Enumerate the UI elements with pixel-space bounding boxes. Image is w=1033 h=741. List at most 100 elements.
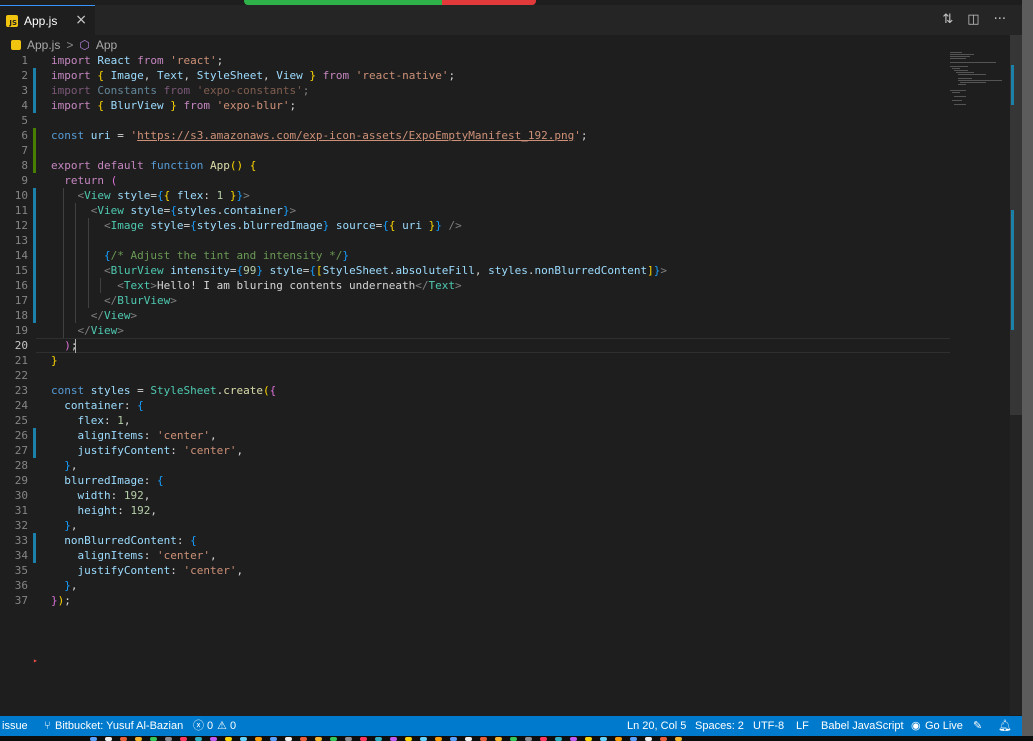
encoding-setting[interactable]: UTF-8 xyxy=(753,719,784,733)
dock-app-icon[interactable] xyxy=(600,737,607,741)
dock-app-icon[interactable] xyxy=(390,737,397,741)
dock-app-icon[interactable] xyxy=(180,737,187,741)
code-line[interactable]: 6 const uri = 'https://s3.amazonaws.com/e… xyxy=(0,128,950,143)
code-line[interactable]: 12 <Image style={styles.blurredImage} so… xyxy=(0,218,950,233)
breadcrumb-file[interactable]: App.js xyxy=(27,38,60,52)
modified-line-marker[interactable] xyxy=(33,83,36,98)
code-line[interactable]: 37}); xyxy=(0,593,950,608)
breadcrumb-symbol[interactable]: App xyxy=(96,38,117,52)
modified-line-marker[interactable] xyxy=(33,548,36,563)
code-line[interactable]: 1 import React from 'react'; xyxy=(0,53,950,68)
bitbucket-status[interactable]: Bitbucket: Yusuf Al-Bazian xyxy=(55,719,183,733)
code-line[interactable]: 31 height: 192, xyxy=(0,503,950,518)
dock-app-icon[interactable] xyxy=(660,737,667,741)
dock-app-icon[interactable] xyxy=(645,737,652,741)
more-actions-icon[interactable]: ··· xyxy=(994,13,1006,27)
modified-line-marker[interactable] xyxy=(33,308,36,323)
dock-app-icon[interactable] xyxy=(315,737,322,741)
code-line[interactable]: 3 import Constants from 'expo-constants'; xyxy=(0,83,950,98)
dock-app-icon[interactable] xyxy=(285,737,292,741)
dock-app-icon[interactable] xyxy=(630,737,637,741)
code-line[interactable]: 9 return ( xyxy=(0,173,950,188)
indentation-setting[interactable]: Spaces: 2 xyxy=(695,719,744,733)
dock-app-icon[interactable] xyxy=(270,737,277,741)
dock-app-icon[interactable] xyxy=(585,737,592,741)
dock-app-icon[interactable] xyxy=(165,737,172,741)
added-line-marker[interactable] xyxy=(33,158,36,173)
dock-app-icon[interactable] xyxy=(540,737,547,741)
modified-line-marker[interactable] xyxy=(33,293,36,308)
notifications-bell-icon[interactable]: 🔔︎ xyxy=(998,719,1012,733)
code-line[interactable]: 22 xyxy=(0,368,950,383)
code-line[interactable]: 20 ); xyxy=(0,338,950,353)
code-line[interactable]: 5 xyxy=(0,113,950,128)
code-line[interactable]: 27 justifyContent: 'center', xyxy=(0,443,950,458)
dock-app-icon[interactable] xyxy=(435,737,442,741)
dock-app-icon[interactable] xyxy=(135,737,142,741)
dock-app-icon[interactable] xyxy=(570,737,577,741)
code-line[interactable]: 4 import { BlurView } from 'expo-blur'; xyxy=(0,98,950,113)
code-line[interactable]: 8 export default function App() { xyxy=(0,158,950,173)
dock-app-icon[interactable] xyxy=(450,737,457,741)
dock-app-icon[interactable] xyxy=(90,737,97,741)
code-line[interactable]: 28 }, xyxy=(0,458,950,473)
dock-app-icon[interactable] xyxy=(240,737,247,741)
minimap[interactable] xyxy=(950,50,1008,110)
modified-line-marker[interactable] xyxy=(33,248,36,263)
dock-app-icon[interactable] xyxy=(150,737,157,741)
code-line[interactable]: 19 </View> xyxy=(0,323,950,338)
code-line[interactable]: 10 <View style={{ flex: 1 }}> xyxy=(0,188,950,203)
dock-app-icon[interactable] xyxy=(120,737,127,741)
modified-line-marker[interactable] xyxy=(33,428,36,443)
dock-app-icon[interactable] xyxy=(615,737,622,741)
dock-app-icon[interactable] xyxy=(510,737,517,741)
vertical-scrollbar[interactable] xyxy=(1010,35,1022,715)
dock-app-icon[interactable] xyxy=(675,737,682,741)
close-icon[interactable]: × xyxy=(75,13,87,27)
modified-line-marker[interactable] xyxy=(33,203,36,218)
code-line[interactable]: 34 alignItems: 'center', xyxy=(0,548,950,563)
dock-app-icon[interactable] xyxy=(375,737,382,741)
error-icon[interactable]: ⓧ xyxy=(193,719,204,733)
modified-line-marker[interactable] xyxy=(33,263,36,278)
code-line[interactable]: 26 alignItems: 'center', xyxy=(0,428,950,443)
issue-status[interactable]: issue xyxy=(2,719,28,733)
code-line[interactable]: 17 </BlurView> xyxy=(0,293,950,308)
error-count[interactable]: 0 xyxy=(207,719,213,733)
dock-app-icon[interactable] xyxy=(300,737,307,741)
dock-app-icon[interactable] xyxy=(225,737,232,741)
split-editor-icon[interactable]: ◫ xyxy=(967,13,979,27)
code-line[interactable]: 14 {/* Adjust the tint and intensity */} xyxy=(0,248,950,263)
cursor-position[interactable]: Ln 20, Col 5 xyxy=(627,719,686,733)
code-line[interactable]: 32 }, xyxy=(0,518,950,533)
dock-app-icon[interactable] xyxy=(330,737,337,741)
code-line[interactable]: 23 const styles = StyleSheet.create({ xyxy=(0,383,950,398)
code-line[interactable]: 25 flex: 1, xyxy=(0,413,950,428)
dock-app-icon[interactable] xyxy=(405,737,412,741)
code-line[interactable]: 11 <View style={styles.container}> xyxy=(0,203,950,218)
added-line-marker[interactable] xyxy=(33,143,36,158)
dock-app-icon[interactable] xyxy=(525,737,532,741)
dock-app-icon[interactable] xyxy=(480,737,487,741)
code-line[interactable]: 36 }, xyxy=(0,578,950,593)
compare-changes-icon[interactable]: ⇅ xyxy=(942,13,953,27)
dock-app-icon[interactable] xyxy=(195,737,202,741)
code-line[interactable]: 2 import { Image, Text, StyleSheet, View … xyxy=(0,68,950,83)
dock-app-icon[interactable] xyxy=(105,737,112,741)
broadcast-icon[interactable]: ◉ xyxy=(911,719,921,733)
dock-app-icon[interactable] xyxy=(255,737,262,741)
modified-line-marker[interactable] xyxy=(33,278,36,293)
code-line[interactable]: 24 container: { xyxy=(0,398,950,413)
dock-app-icon[interactable] xyxy=(360,737,367,741)
modified-line-marker[interactable] xyxy=(33,218,36,233)
feedback-icon[interactable]: ✎ xyxy=(973,719,982,733)
code-line[interactable]: 35 justifyContent: 'center', xyxy=(0,563,950,578)
code-line[interactable]: 29 blurredImage: { xyxy=(0,473,950,488)
code-line[interactable]: 21} xyxy=(0,353,950,368)
tab-app-js[interactable]: JS App.js × xyxy=(0,5,95,35)
code-line[interactable]: 13 xyxy=(0,233,950,248)
dock-app-icon[interactable] xyxy=(465,737,472,741)
eol-setting[interactable]: LF xyxy=(796,719,809,733)
dock-app-icon[interactable] xyxy=(495,737,502,741)
dock-app-icon[interactable] xyxy=(420,737,427,741)
